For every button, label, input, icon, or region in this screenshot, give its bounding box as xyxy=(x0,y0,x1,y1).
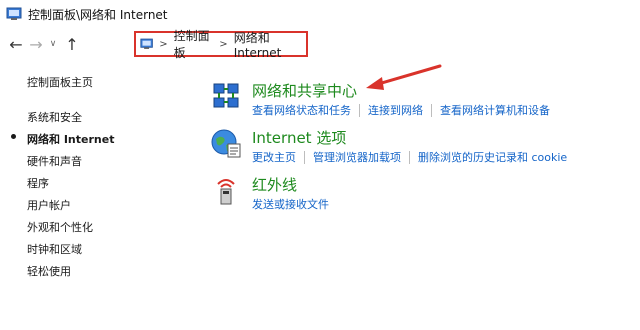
sidebar-item-system-security[interactable]: 系统和安全 xyxy=(27,109,82,125)
connect-to-network-link[interactable]: 连接到网络 xyxy=(368,102,423,118)
view-network-computers-link[interactable]: 查看网络计算机和设备 xyxy=(440,102,550,118)
send-receive-files-link[interactable]: 发送或接收文件 xyxy=(252,196,329,212)
infrared-icon xyxy=(217,179,235,205)
breadcrumb-network-internet[interactable]: 网络和 Internet xyxy=(234,29,306,60)
manage-addons-link[interactable]: 管理浏览器加载项 xyxy=(313,149,401,165)
infrared-link[interactable]: 红外线 xyxy=(252,174,297,195)
delete-history-link[interactable]: 删除浏览的历史记录和 cookie xyxy=(418,149,567,165)
link-divider xyxy=(409,150,410,164)
network-sharing-icon xyxy=(213,83,239,108)
sidebar-item-network-internet[interactable]: 网络和 Internet xyxy=(27,131,114,147)
sidebar-item-user-accounts[interactable]: 用户帐户 xyxy=(27,197,71,213)
navigation-bar: ← → ∨ ↑ > 控制面板 > 网络和 Internet xyxy=(0,28,640,60)
network-sharing-center-link[interactable]: 网络和共享中心 xyxy=(252,80,357,101)
view-network-status-link[interactable]: 查看网络状态和任务 xyxy=(252,102,351,118)
internet-options-link[interactable]: Internet 选项 xyxy=(252,127,346,148)
active-indicator xyxy=(11,134,16,139)
recent-locations-dropdown[interactable]: ∨ xyxy=(46,32,60,56)
sidebar-item-hardware-sound[interactable]: 硬件和声音 xyxy=(27,153,82,169)
window-title: 控制面板\网络和 Internet xyxy=(28,7,168,22)
forward-button[interactable]: → xyxy=(26,32,46,56)
control-panel-icon xyxy=(140,38,153,49)
sidebar-item-programs[interactable]: 程序 xyxy=(27,175,49,191)
link-divider xyxy=(304,150,305,164)
change-homepage-link[interactable]: 更改主页 xyxy=(252,149,296,165)
back-button[interactable]: ← xyxy=(6,32,26,56)
title-bar: 控制面板\网络和 Internet xyxy=(0,0,640,28)
breadcrumb-separator[interactable]: > xyxy=(219,39,227,50)
sidebar-item-ease-of-access[interactable]: 轻松使用 xyxy=(27,263,71,279)
network-sharing-links: 查看网络状态和任务 连接到网络 查看网络计算机和设备 xyxy=(252,102,550,118)
sidebar-item-appearance[interactable]: 外观和个性化 xyxy=(27,219,93,235)
sidebar-home-link[interactable]: 控制面板主页 xyxy=(27,74,93,90)
infrared-links: 发送或接收文件 xyxy=(252,196,329,212)
breadcrumb-control-panel[interactable]: 控制面板 xyxy=(174,27,214,61)
address-bar[interactable]: > 控制面板 > 网络和 Internet xyxy=(134,29,308,60)
breadcrumb-separator: > xyxy=(159,38,168,50)
link-divider xyxy=(359,103,360,117)
sidebar-item-clock-region[interactable]: 时钟和区域 xyxy=(27,241,82,257)
internet-options-icon xyxy=(211,129,241,158)
up-button[interactable]: ↑ xyxy=(62,32,82,56)
internet-options-links: 更改主页 管理浏览器加载项 删除浏览的历史记录和 cookie xyxy=(252,149,567,165)
control-panel-icon xyxy=(6,7,22,20)
link-divider xyxy=(431,103,432,117)
